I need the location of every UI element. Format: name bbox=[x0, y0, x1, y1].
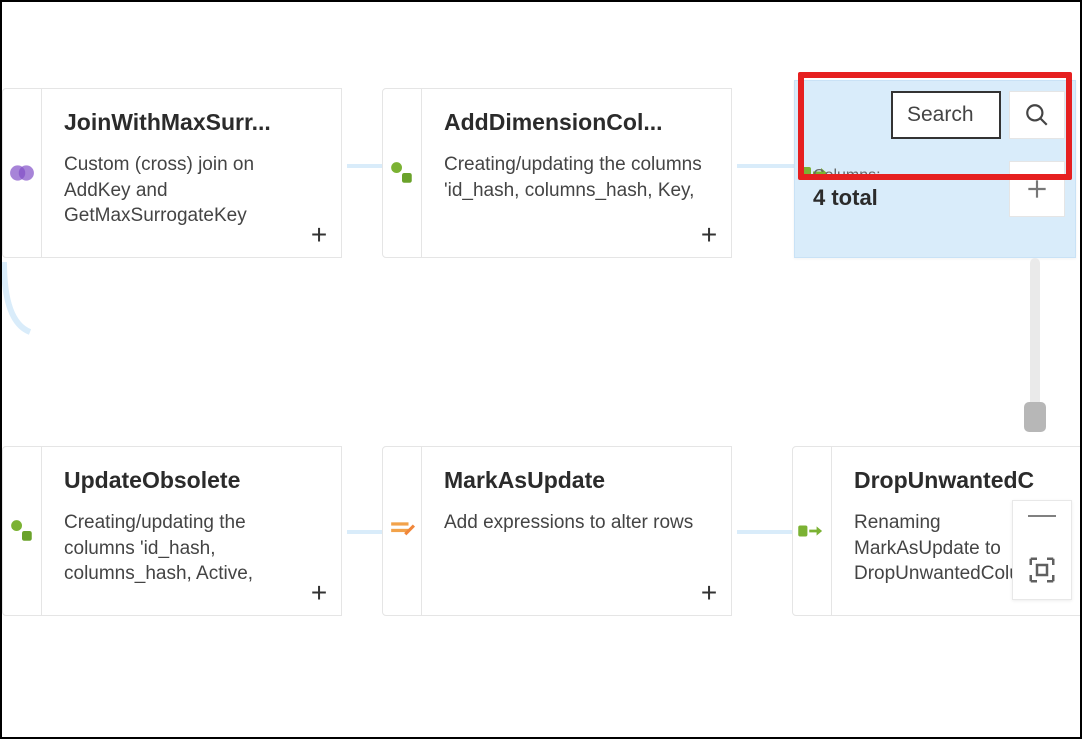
derive-icon bbox=[382, 88, 422, 258]
columns-label: Columns: bbox=[813, 167, 881, 185]
node-selected[interactable]: Search Columns: 4 total bbox=[794, 80, 1076, 258]
search-label: Search bbox=[907, 103, 974, 127]
search-icon bbox=[1024, 102, 1050, 128]
alter-row-icon bbox=[382, 446, 422, 616]
node-subtitle: Add expressions to alter rows bbox=[444, 510, 709, 536]
node-updateobsolete[interactable]: UpdateObsolete Creating/updating the col… bbox=[2, 446, 342, 616]
connector-curve bbox=[2, 262, 32, 342]
dataflow-canvas[interactable]: JoinWithMaxSurr... Custom (cross) join o… bbox=[0, 0, 1082, 739]
select-icon bbox=[792, 446, 832, 616]
add-column-button[interactable] bbox=[1009, 161, 1065, 217]
node-subtitle: Creating/updating the columns 'id_hash, … bbox=[444, 152, 709, 203]
node-title: JoinWithMaxSurr... bbox=[64, 107, 319, 138]
node-title: DropUnwantedC bbox=[854, 465, 1059, 496]
plus-icon bbox=[1024, 176, 1050, 202]
columns-total: 4 total bbox=[813, 185, 881, 211]
node-title: AddDimensionCol... bbox=[444, 107, 709, 138]
zoom-panel bbox=[1012, 500, 1072, 600]
node-title: UpdateObsolete bbox=[64, 465, 319, 496]
add-branch-button[interactable]: + bbox=[695, 579, 723, 607]
search-button[interactable] bbox=[1009, 91, 1065, 139]
scrollbar-track[interactable] bbox=[1030, 258, 1040, 418]
join-icon bbox=[2, 88, 42, 258]
scrollbar-thumb[interactable] bbox=[1024, 402, 1046, 432]
node-title: MarkAsUpdate bbox=[444, 465, 709, 496]
node-adddimension[interactable]: AddDimensionCol... Creating/updating the… bbox=[382, 88, 732, 258]
derive-icon bbox=[2, 446, 42, 616]
zoom-fit-button[interactable] bbox=[1027, 555, 1057, 585]
search-input[interactable]: Search bbox=[891, 91, 1001, 139]
node-joinwithmax[interactable]: JoinWithMaxSurr... Custom (cross) join o… bbox=[2, 88, 342, 258]
node-subtitle: Creating/updating the columns 'id_hash, … bbox=[64, 510, 319, 587]
node-subtitle: Custom (cross) join on AddKey and GetMax… bbox=[64, 152, 319, 229]
add-branch-button[interactable]: + bbox=[305, 221, 333, 249]
node-markasupdate[interactable]: MarkAsUpdate Add expressions to alter ro… bbox=[382, 446, 732, 616]
add-branch-button[interactable]: + bbox=[305, 579, 333, 607]
zoom-out-button[interactable] bbox=[1028, 515, 1056, 517]
add-branch-button[interactable]: + bbox=[695, 221, 723, 249]
